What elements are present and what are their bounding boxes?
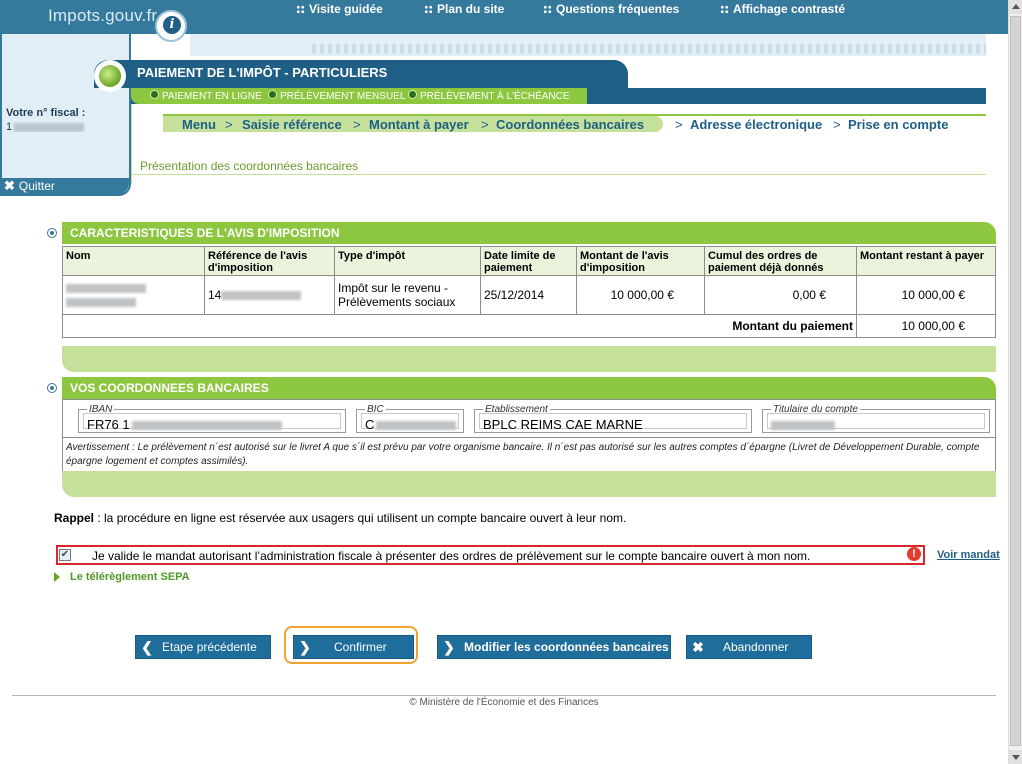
step-adresse-electronique: Adresse électronique (690, 117, 823, 132)
header-stripe-pattern (312, 44, 986, 54)
divider (131, 174, 986, 175)
cell-nom (62, 275, 205, 315)
chevron-right-icon: ❯ (443, 639, 455, 655)
avis-section-header: CARACTERISTIQUES DE L'AVIS D'IMPOSITION (62, 222, 996, 244)
link-affichage-contraste[interactable]: Affichage contrasté (720, 2, 845, 16)
cell-restant: 10 000,00 € (856, 275, 996, 315)
bullet-icon (150, 90, 159, 99)
scroll-thumb[interactable] (1010, 16, 1021, 746)
sepa-link[interactable]: Le télérèglement SEPA (70, 571, 190, 583)
link-questions-frequentes[interactable]: Questions fréquentes (543, 2, 679, 16)
column-header: Date limite de paiement (480, 246, 577, 276)
step-menu[interactable]: Menu (182, 117, 216, 132)
cell-montant: 10 000,00 € (576, 275, 705, 315)
step-separator: > (353, 117, 361, 132)
fiscal-number-value: 1 (6, 121, 90, 132)
divider (12, 695, 996, 696)
section-bullet-icon (47, 383, 57, 393)
column-header: Cumul des ordres de paiement déjà donnés (704, 246, 857, 276)
chevron-right-icon: ❯ (299, 639, 311, 655)
dots-icon (543, 5, 552, 14)
step-prise-en-compte: Prise en compte (848, 117, 949, 132)
tab-paiement-en-ligne[interactable]: PAIEMENT EN LIGNE (150, 90, 262, 102)
alert-icon: ! (907, 547, 921, 561)
bank-section-header: VOS COORDONNEES BANCAIRES (62, 377, 996, 399)
scroll-down-button[interactable] (1009, 750, 1022, 764)
step-separator: > (225, 117, 233, 132)
scroll-up-button[interactable] (1009, 0, 1022, 14)
divider (131, 104, 132, 184)
voir-mandat-link[interactable]: Voir mandat (937, 549, 1000, 561)
step-separator: > (481, 117, 489, 132)
dots-icon (720, 5, 729, 14)
iban-field: IBAN FR76 1 (78, 404, 346, 433)
dots-icon (424, 5, 433, 14)
total-row: Montant du paiement 10 000,00 € (62, 314, 996, 338)
etablissement-field: Etablissement BPLC REIMS CAE MARNE (474, 404, 752, 433)
previous-step-button[interactable]: ❮ Etape précédente (135, 635, 271, 659)
total-value: 10 000,00 € (856, 314, 996, 338)
bullet-icon (268, 90, 277, 99)
bank-warning: Avertissement : Le prélèvement n´est aut… (66, 442, 980, 467)
close-icon: ✖ (692, 639, 704, 655)
step-saisie-reference[interactable]: Saisie référence (242, 117, 342, 132)
info-icon: i (155, 10, 187, 42)
bic-value: C (365, 417, 457, 432)
link-plan-du-site[interactable]: Plan du site (424, 2, 504, 16)
quit-button[interactable]: ✖ Quitter (0, 178, 129, 195)
cancel-button[interactable]: ✖ Abandonner (686, 635, 812, 659)
divider (62, 437, 996, 438)
column-header: Type d'impôt (334, 246, 481, 276)
avis-section-footer (62, 346, 996, 372)
titulaire-value (771, 417, 835, 432)
step-coordonnees-bancaires: Coordonnées bancaires (496, 117, 645, 132)
column-header: Montant de l'avis d'imposition (576, 246, 705, 276)
step-separator: > (833, 117, 841, 132)
iban-value: FR76 1 (87, 417, 282, 432)
green-orb-icon (94, 60, 126, 92)
section-subtitle: Présentation des coordonnées bancaires (140, 159, 359, 173)
bank-section-footer (62, 471, 996, 497)
tab-prelevement-mensuel[interactable]: PRÉLÈVEMENT MENSUEL (268, 90, 405, 102)
link-visite-guidee[interactable]: Visite guidée (296, 2, 383, 16)
chevron-left-icon: ❮ (141, 639, 153, 655)
column-header: Référence de l'avis d'imposition (204, 246, 335, 276)
bic-field: BIC C (356, 404, 464, 433)
dots-icon (296, 5, 305, 14)
page-title: PAIEMENT DE L'IMPÔT - PARTICULIERS (137, 65, 388, 80)
column-header: Nom (62, 246, 205, 276)
bullet-icon (408, 90, 417, 99)
cell-type: Impôt sur le revenu - Prélèvements socia… (334, 275, 481, 315)
etablissement-value: BPLC REIMS CAE MARNE (483, 417, 643, 432)
cell-reference: 14 (204, 275, 335, 315)
step-montant-a-payer[interactable]: Montant à payer (369, 117, 469, 132)
table-row: 14 Impôt sur le revenu - Prélèvements so… (62, 275, 996, 315)
arrow-right-icon (54, 572, 60, 582)
tab-prelevement-echeance[interactable]: PRÉLÈVEMENT À L'ÉCHÉANCE (408, 90, 570, 102)
rappel-text: Rappel : la procédure en ligne est réser… (54, 511, 627, 525)
column-header: Montant restant à payer (856, 246, 996, 276)
close-icon: ✖ (4, 178, 15, 193)
avis-table: Nom Référence de l'avis d'imposition Typ… (62, 246, 996, 338)
modify-bank-details-button[interactable]: ❯ Modifier les coordonnées bancaires (437, 635, 671, 659)
step-separator: > (675, 117, 683, 132)
mandate-text: Je valide le mandat autorisant l’adminis… (92, 549, 811, 563)
confirm-button[interactable]: ❯ Confirmer (293, 635, 414, 659)
fiscal-number-label: Votre n° fiscal : (6, 107, 86, 119)
site-logo[interactable]: Impots.gouv.fr (48, 6, 157, 26)
cell-date: 25/12/2014 (480, 275, 577, 315)
titulaire-field: Titulaire du compte (762, 404, 990, 433)
footer-text: © Ministère de l'Économie et des Finance… (409, 697, 599, 708)
mandate-checkbox[interactable]: ✔ (59, 549, 71, 561)
total-label: Montant du paiement (62, 314, 857, 338)
cell-cumul: 0,00 € (704, 275, 857, 315)
section-bullet-icon (47, 228, 57, 238)
